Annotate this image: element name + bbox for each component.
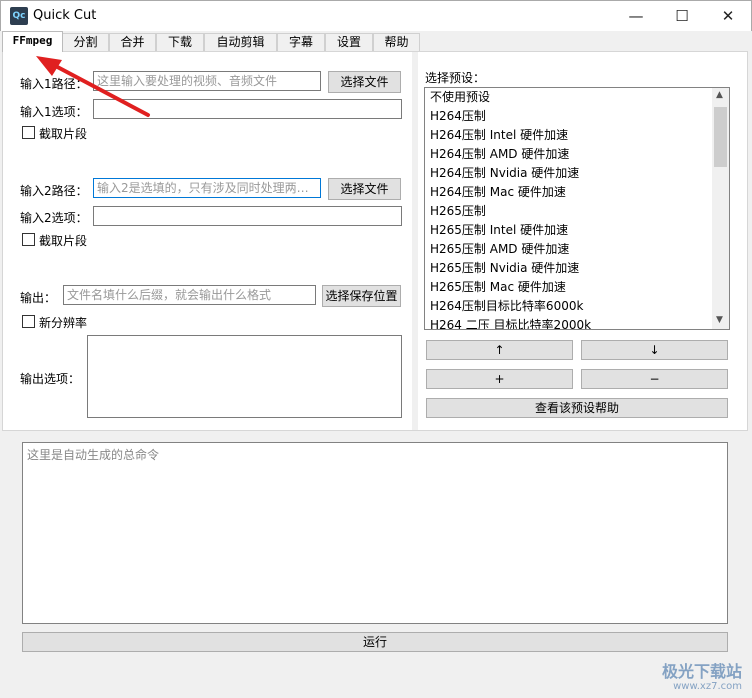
watermark-logo: 极光下载站 www.xz7.com [661, 662, 742, 693]
annotation-arrow [36, 56, 150, 117]
